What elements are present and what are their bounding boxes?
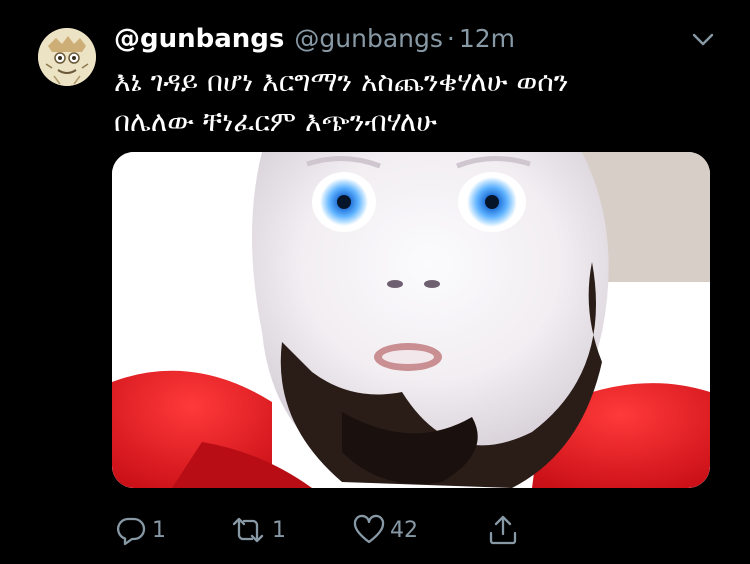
tweet-text-line: በሌለው ቸነፈርም እጭንብሃለሁ (114, 105, 437, 138)
like-button[interactable]: 42 (352, 512, 418, 548)
user-handle[interactable]: @gunbangs (294, 24, 443, 53)
chevron-down-icon[interactable] (690, 30, 716, 50)
retweet-icon (232, 517, 264, 543)
like-count: 42 (390, 517, 418, 543)
tweet-header: @gunbangs @gunbangs · 12m (114, 24, 515, 58)
avatar[interactable] (38, 28, 96, 86)
retweet-button[interactable]: 1 (228, 512, 286, 548)
tweet-text: እኔ ገዳይ በሆነ እርግማን አስጨንቄሃለሁ ወሰን በሌለው ቸነፈርም… (114, 62, 724, 142)
tweet-actions: 1 1 42 (0, 512, 750, 548)
share-button[interactable] (486, 512, 520, 548)
tweet-card: @gunbangs @gunbangs · 12m እኔ ገዳይ በሆነ እርግ… (0, 0, 750, 564)
display-name[interactable]: @gunbangs (114, 24, 284, 54)
avatar-drawing (38, 28, 96, 86)
tweet-photo[interactable] (112, 152, 710, 488)
tweet-text-line: እኔ ገዳይ በሆነ እርግማን አስጨንቄሃለሁ ወሰን (114, 65, 569, 98)
reply-icon (116, 517, 146, 546)
heart-icon (353, 514, 385, 544)
photo-face-closeup (112, 152, 710, 488)
separator-dot: · (446, 24, 455, 53)
share-icon (489, 515, 517, 545)
reply-button[interactable]: 1 (114, 512, 166, 548)
timestamp[interactable]: 12m (459, 24, 515, 53)
retweet-count: 1 (272, 517, 286, 543)
reply-count: 1 (152, 517, 166, 543)
